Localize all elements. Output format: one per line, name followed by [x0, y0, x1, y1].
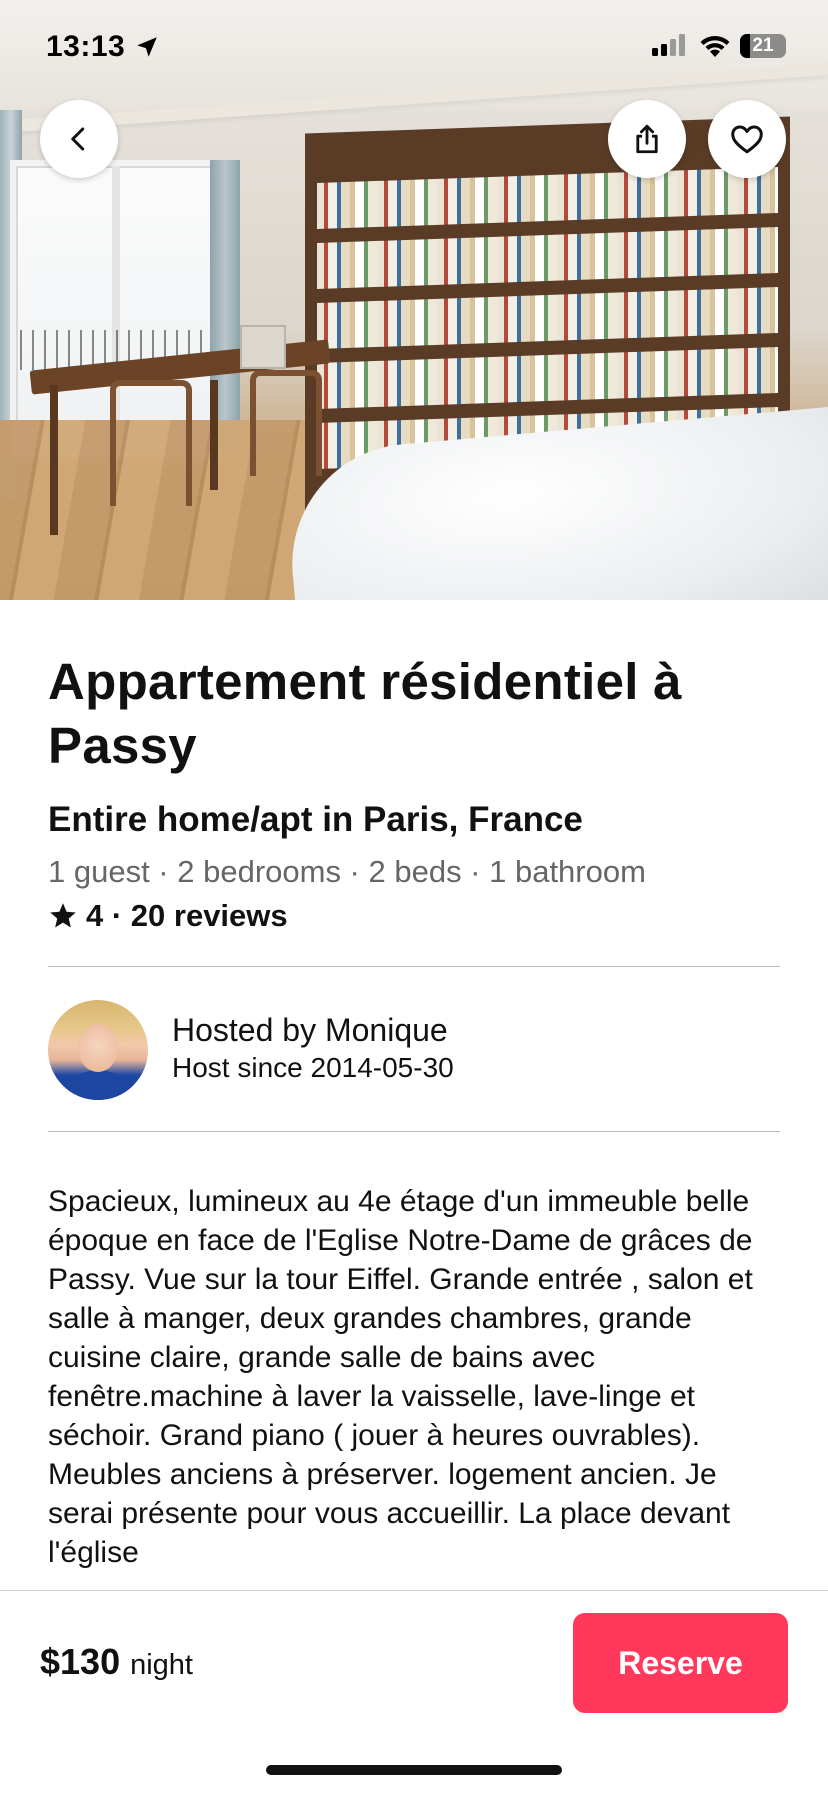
price-amount: $130	[40, 1641, 121, 1682]
share-icon	[636, 124, 658, 154]
host-section[interactable]: Hosted by Monique Host since 2014-05-30	[48, 998, 780, 1102]
status-bar: 13:13 21	[0, 0, 828, 100]
host-name: Hosted by Monique	[172, 1012, 448, 1048]
avatar-face	[78, 1024, 118, 1072]
listing-details: 1 guest · 2 bedrooms · 2 beds · 1 bathro…	[48, 854, 646, 889]
host-avatar[interactable]	[48, 1000, 148, 1100]
price-unit: night	[130, 1649, 193, 1681]
photo-chair	[110, 380, 192, 506]
photo-shelf-row	[317, 346, 778, 410]
host-since: Host since 2014-05-30	[172, 1052, 454, 1083]
divider	[48, 1131, 780, 1132]
battery-indicator: 21	[740, 34, 786, 58]
back-button[interactable]	[40, 100, 118, 178]
divider	[48, 966, 780, 967]
photo-chair	[250, 370, 322, 476]
star-icon	[50, 903, 76, 928]
photo-desk-leg	[210, 380, 218, 490]
avatar-shirt	[58, 1070, 138, 1100]
location-arrow-icon	[137, 37, 157, 57]
battery-level	[740, 34, 750, 58]
share-button[interactable]	[608, 100, 686, 178]
price: $130 night	[40, 1641, 193, 1683]
listing-summary: Appartement résidentiel à Passy Entire h…	[48, 650, 780, 934]
wifi-icon	[700, 35, 730, 57]
battery-percent: 21	[752, 35, 774, 56]
listing-title: Appartement résidentiel à Passy	[48, 653, 682, 774]
listing-description: Spacieux, lumineux au 4e étage d'un imme…	[48, 1185, 753, 1569]
cellular-signal-icon	[652, 34, 685, 56]
photo-computer	[240, 325, 286, 369]
home-indicator[interactable]	[266, 1765, 562, 1775]
photo-shelf-row	[317, 226, 778, 290]
photo-desk-leg	[50, 385, 58, 535]
photo-shelf-row	[317, 166, 778, 230]
listing-subtitle: Entire home/apt in Paris, France	[48, 800, 583, 839]
favorite-button[interactable]	[708, 100, 786, 178]
booking-bar: $130 night Reserve	[0, 1590, 828, 1793]
chevron-left-icon	[71, 127, 85, 151]
rating-text: 4 · 20 reviews	[86, 898, 288, 933]
listing-rating[interactable]: 4 · 20 reviews	[48, 898, 780, 934]
photo-shelf-row	[317, 286, 778, 350]
status-time: 13:13	[46, 30, 126, 63]
heart-icon	[731, 125, 763, 154]
reserve-button[interactable]: Reserve	[573, 1613, 788, 1713]
